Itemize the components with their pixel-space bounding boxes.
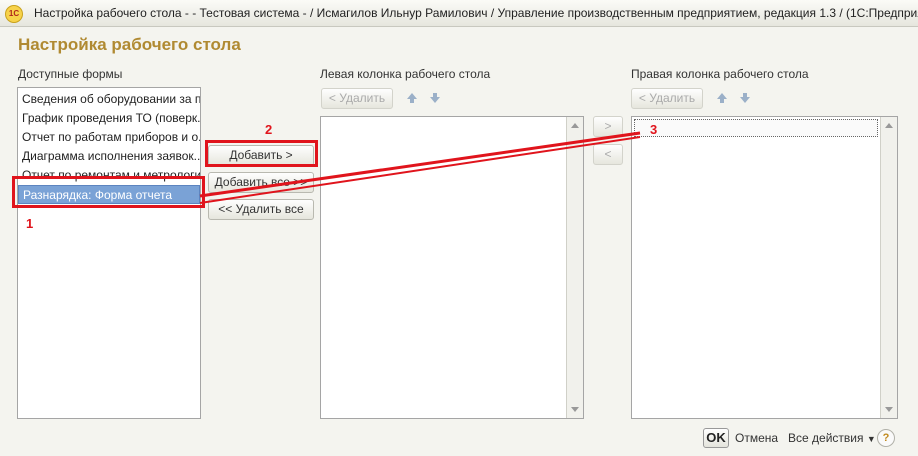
list-item[interactable]: График проведения ТО (поверк... [18, 109, 200, 128]
scroll-up-icon[interactable] [571, 123, 579, 128]
list-item[interactable]: Сведения об оборудовании за п... [18, 90, 200, 109]
move-down-icon[interactable] [738, 91, 752, 105]
scrollbar[interactable] [566, 117, 583, 418]
move-left-button[interactable]: < [593, 144, 623, 165]
right-column-list[interactable] [631, 116, 898, 419]
annotation-box-1 [12, 176, 205, 208]
form-body: Настройка рабочего стола Доступные формы… [0, 27, 918, 456]
left-column-label: Левая колонка рабочего стола [320, 67, 491, 81]
remove-all-button[interactable]: << Удалить все [208, 199, 314, 220]
list-item[interactable]: Отчет по работам приборов и о... [18, 128, 200, 147]
annotation-label-3: 3 [650, 122, 658, 137]
all-actions-label: Все действия [788, 431, 864, 445]
list-item[interactable]: Диаграмма исполнения заявок... [18, 147, 200, 166]
window-title: Настройка рабочего стола - - Тестовая си… [34, 6, 918, 20]
scroll-down-icon[interactable] [885, 407, 893, 412]
move-down-icon[interactable] [428, 91, 442, 105]
table-row[interactable] [634, 119, 878, 137]
available-forms-label: Доступные формы [18, 67, 123, 81]
annotation-label-1: 1 [26, 216, 34, 231]
add-all-button[interactable]: Добавить все >> [208, 172, 314, 193]
cancel-button[interactable]: Отмена [735, 431, 778, 445]
scrollbar[interactable] [880, 117, 897, 418]
left-column-list[interactable] [320, 116, 584, 419]
move-right-button[interactable]: > [593, 116, 623, 137]
annotation-box-2 [205, 140, 318, 167]
move-up-icon[interactable] [715, 91, 729, 105]
right-column-label: Правая колонка рабочего стола [631, 67, 809, 81]
scroll-down-icon[interactable] [571, 407, 579, 412]
left-delete-button[interactable]: < Удалить [321, 88, 393, 109]
all-actions-menu[interactable]: Все действия ▼ [788, 431, 876, 445]
ok-button[interactable]: OK [703, 428, 729, 448]
annotation-label-2: 2 [265, 122, 273, 137]
window-titlebar: 1С Настройка рабочего стола - - Тестовая… [0, 0, 918, 27]
scroll-up-icon[interactable] [885, 123, 893, 128]
help-button[interactable]: ? [877, 429, 895, 447]
right-delete-button[interactable]: < Удалить [631, 88, 703, 109]
app-logo-icon: 1С [5, 5, 23, 23]
page-title: Настройка рабочего стола [18, 35, 241, 54]
move-up-icon[interactable] [405, 91, 419, 105]
chevron-down-icon: ▼ [866, 434, 876, 444]
available-forms-list[interactable]: Сведения об оборудовании за п... График … [17, 87, 201, 419]
